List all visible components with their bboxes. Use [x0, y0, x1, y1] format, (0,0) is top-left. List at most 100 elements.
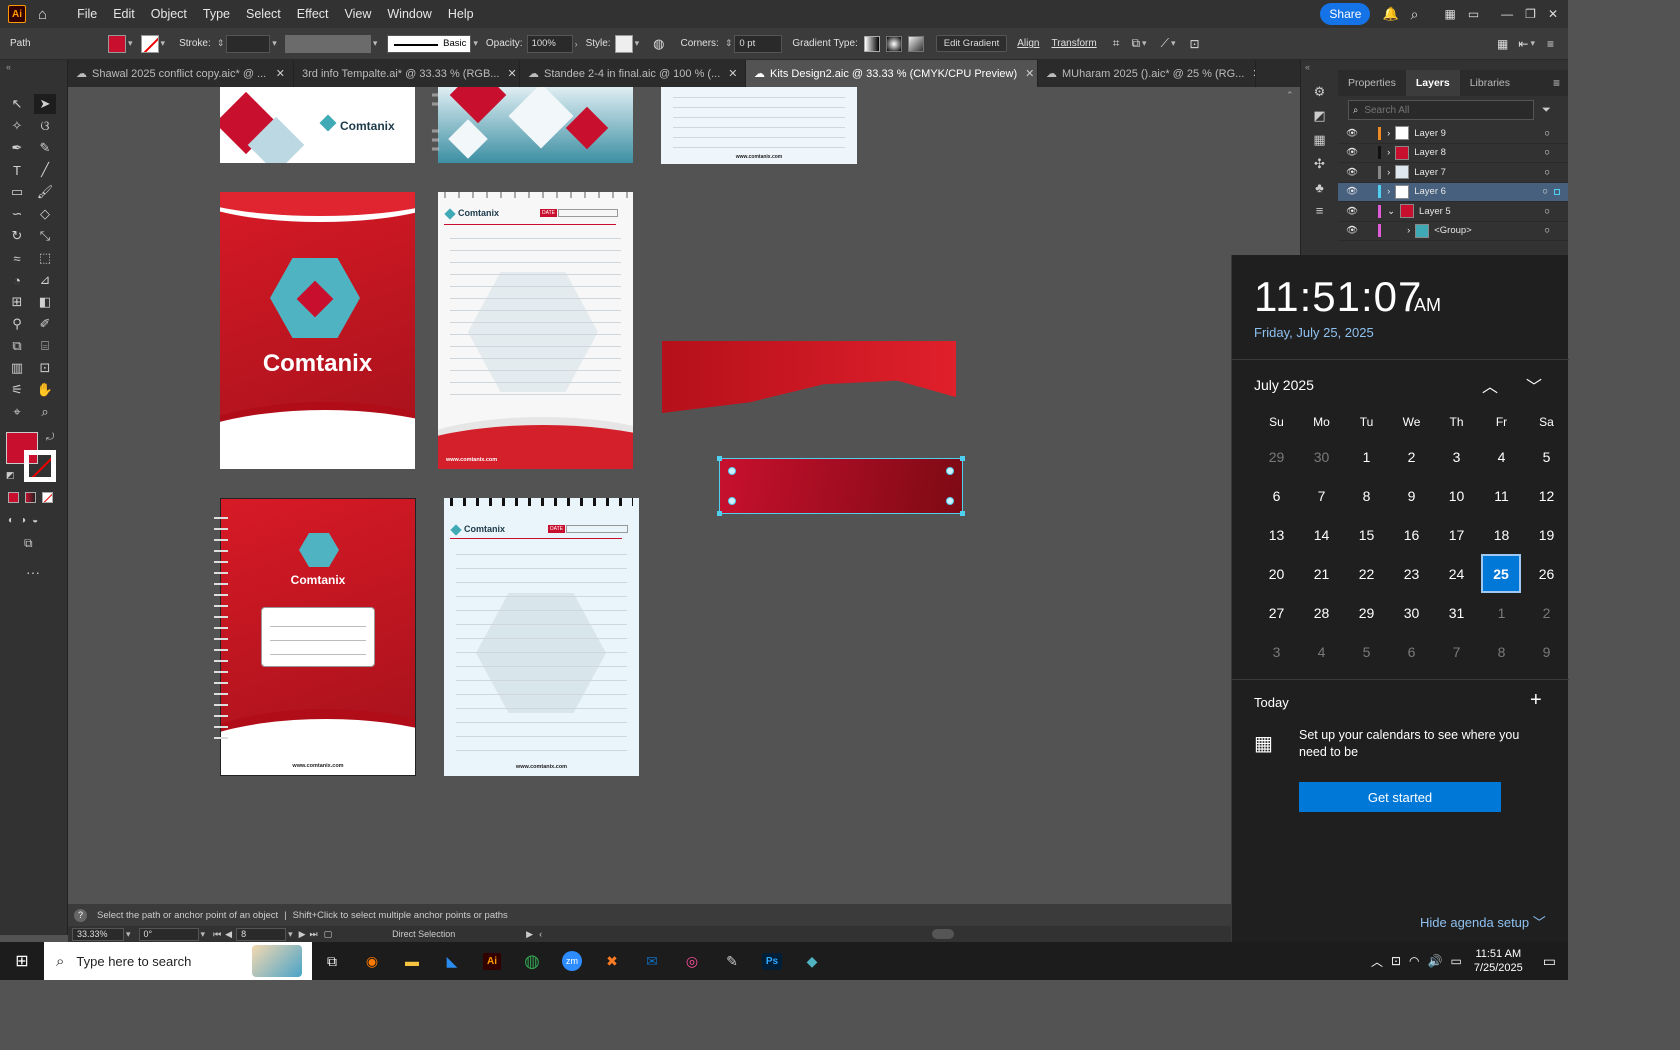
- add-event-icon[interactable]: +: [1530, 689, 1542, 712]
- calendar-day[interactable]: 17: [1434, 515, 1479, 554]
- type-tool-icon[interactable]: T: [6, 160, 28, 180]
- vscode-icon[interactable]: ◣: [432, 942, 472, 980]
- calendar-day[interactable]: 1: [1479, 593, 1524, 632]
- filter-icon[interactable]: ⏷: [1542, 104, 1551, 117]
- grid-icon[interactable]: ▦: [1497, 37, 1508, 51]
- curvature-tool-icon[interactable]: ✎: [34, 138, 56, 158]
- graphic-styles-icon[interactable]: ◩: [1313, 108, 1325, 124]
- layer-name[interactable]: Layer 5: [1419, 206, 1451, 217]
- stroke-panel-icon[interactable]: ≡: [1316, 203, 1324, 218]
- tab-libraries[interactable]: Libraries: [1460, 70, 1520, 96]
- stroke-weight-input[interactable]: [226, 34, 271, 53]
- layer-row[interactable]: 👁 › Layer 7 ○: [1338, 163, 1568, 183]
- tab-kits-design[interactable]: ☁ Kits Design2.aic @ 33.33 % (CMYK/CPU Pr…: [746, 60, 1038, 87]
- target-icon[interactable]: ○: [1542, 186, 1548, 197]
- home-icon[interactable]: ⌂: [38, 6, 47, 23]
- eraser-icon[interactable]: ◇: [34, 204, 56, 224]
- calendar-day[interactable]: 12: [1524, 476, 1569, 515]
- creative-cloud-icon[interactable]: ◎: [672, 942, 712, 980]
- prev-artboard-icon[interactable]: ◀: [225, 929, 232, 940]
- anchor-point[interactable]: [960, 456, 965, 461]
- stroke-color-swatch[interactable]: [24, 450, 56, 482]
- input-icon[interactable]: ▭: [1450, 954, 1461, 968]
- anchor-point[interactable]: [717, 511, 722, 516]
- warp-tool-icon[interactable]: ≈: [6, 248, 28, 268]
- radial-gradient-button[interactable]: [885, 35, 902, 52]
- menu-object[interactable]: Object: [151, 7, 187, 21]
- tab-shawal[interactable]: ☁ Shawal 2025 conflict copy.aic* @ ... ✕: [68, 60, 294, 87]
- rotate-tool-icon[interactable]: ↻: [6, 226, 28, 246]
- business-card-front[interactable]: Comtanix: [220, 87, 415, 163]
- layers-search-input[interactable]: [1364, 104, 1515, 116]
- outlook-icon[interactable]: ✉: [632, 942, 672, 980]
- zoom-select[interactable]: 33.33%: [72, 927, 124, 941]
- collapse-arrow-icon[interactable]: ⌄: [1387, 206, 1395, 217]
- visibility-eye-icon[interactable]: 👁: [1346, 225, 1358, 236]
- notepad-page[interactable]: Comtanix DATE www.comtanix.com: [438, 192, 633, 469]
- tab-properties[interactable]: Properties: [1338, 70, 1406, 96]
- menu-effect[interactable]: Effect: [297, 7, 329, 21]
- arrange-icon[interactable]: ⧉: [1131, 36, 1140, 51]
- eyedropper-alt-icon[interactable]: ✐: [34, 314, 56, 334]
- chevron-down-icon[interactable]: ▾: [201, 929, 206, 940]
- calendar-day[interactable]: 2: [1389, 437, 1434, 476]
- calendar-day[interactable]: 22: [1344, 554, 1389, 593]
- layer-name[interactable]: Layer 9: [1414, 128, 1446, 139]
- calendar-day[interactable]: 29: [1254, 437, 1299, 476]
- calendar-day[interactable]: 11: [1479, 476, 1524, 515]
- expand-arrow-icon[interactable]: ›: [1387, 167, 1390, 178]
- task-view-icon[interactable]: ⧉: [312, 942, 352, 980]
- expand-arrow-icon[interactable]: ›: [1387, 186, 1390, 197]
- symbol-sprayer-icon[interactable]: ⌸: [34, 336, 56, 356]
- taskbar-clock[interactable]: 11:51 AM 7/25/2025: [1474, 947, 1523, 975]
- gradient-tool-icon[interactable]: ◧: [34, 292, 56, 312]
- calendar-day[interactable]: 8: [1344, 476, 1389, 515]
- sublayer-row[interactable]: 👁 › <Group> ○: [1338, 222, 1568, 241]
- xampp-icon[interactable]: ✖: [592, 942, 632, 980]
- target-icon[interactable]: ○: [1544, 206, 1550, 217]
- swatches-icon[interactable]: ▦: [1313, 132, 1325, 148]
- calendar-day[interactable]: 30: [1299, 437, 1344, 476]
- app-diamond-icon[interactable]: ◆: [792, 942, 832, 980]
- stepper-icon[interactable]: ⇕: [725, 38, 733, 49]
- calendar-day[interactable]: 30: [1389, 593, 1434, 632]
- visibility-eye-icon[interactable]: 👁: [1346, 186, 1358, 197]
- expand-arrow-icon[interactable]: ›: [1387, 147, 1390, 158]
- hand-tool-icon[interactable]: ✋: [34, 380, 56, 400]
- calendar-day[interactable]: 24: [1434, 554, 1479, 593]
- artboard-panel-icon[interactable]: ▢: [324, 929, 333, 940]
- swap-colors-icon[interactable]: ⤾: [46, 432, 54, 443]
- calendar-day[interactable]: 5: [1524, 437, 1569, 476]
- recolor-icon[interactable]: ◍: [653, 36, 664, 52]
- layer-name[interactable]: Layer 6: [1414, 186, 1446, 197]
- eyedropper-icon[interactable]: ⚲: [6, 314, 28, 334]
- close-icon[interactable]: ✕: [1548, 7, 1558, 21]
- corners-input[interactable]: 0 pt: [734, 34, 783, 53]
- search-highlight-image[interactable]: [252, 945, 302, 977]
- share-button[interactable]: Share: [1320, 3, 1371, 25]
- calendar-day[interactable]: 8: [1479, 632, 1524, 671]
- brush-definition[interactable]: Basic: [387, 34, 472, 53]
- layer-row[interactable]: 👁 › Layer 8 ○: [1338, 144, 1568, 163]
- close-tab-icon[interactable]: ✕: [268, 67, 285, 80]
- next-artboard-icon[interactable]: ▶: [299, 929, 306, 940]
- wave-banner[interactable]: [662, 341, 956, 413]
- target-icon[interactable]: ○: [1544, 225, 1550, 236]
- layer-row[interactable]: 👁 ⌄ Layer 5 ○: [1338, 202, 1568, 222]
- get-started-button[interactable]: Get started: [1299, 782, 1501, 812]
- color-mode-icon[interactable]: [8, 492, 19, 503]
- calendar-day[interactable]: 29: [1344, 593, 1389, 632]
- calendar-day[interactable]: 3: [1434, 437, 1479, 476]
- print-tiling-icon[interactable]: ⌖: [6, 402, 28, 422]
- canvas[interactable]: Comtanix ═ ═ ═ ═ ═ www.comtanix.com Comtanix…: [68, 87, 1231, 904]
- calendar-day[interactable]: 3: [1254, 632, 1299, 671]
- selected-rectangle[interactable]: [717, 456, 965, 516]
- draw-normal-icon[interactable]: ◐: [8, 515, 14, 526]
- menu-edit[interactable]: Edit: [113, 7, 135, 21]
- magic-wand-icon[interactable]: ✧: [6, 116, 28, 136]
- calendar-day[interactable]: 26: [1524, 554, 1569, 593]
- windows-start-icon[interactable]: ⊞: [0, 942, 44, 980]
- chevron-down-icon[interactable]: ▾: [161, 38, 166, 49]
- calendar-day[interactable]: 27: [1254, 593, 1299, 632]
- chevron-down-icon[interactable]: ▾: [473, 38, 478, 49]
